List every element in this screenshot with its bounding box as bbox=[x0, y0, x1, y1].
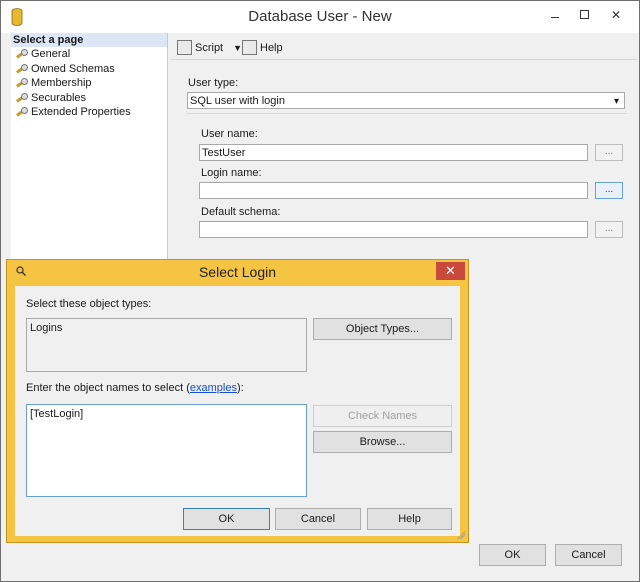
user-name-input[interactable]: TestUser bbox=[199, 144, 588, 161]
wrench-icon bbox=[15, 107, 28, 117]
select-login-dialog: Select Login ✕ Select these object types… bbox=[6, 259, 469, 543]
user-name-browse-button[interactable]: ... bbox=[595, 144, 623, 161]
minimize-icon bbox=[551, 17, 559, 18]
script-icon bbox=[177, 40, 192, 55]
user-name-label: User name: bbox=[201, 128, 258, 140]
divider bbox=[187, 113, 627, 114]
cancel-button[interactable]: Cancel bbox=[555, 544, 622, 566]
page-item-label: Owned Schemas bbox=[31, 62, 115, 75]
page-item-label: General bbox=[31, 48, 71, 60]
page-item-membership[interactable]: Membership bbox=[11, 76, 167, 91]
object-types-label: Select these object types: bbox=[26, 298, 152, 310]
check-names-button[interactable]: Check Names bbox=[313, 405, 452, 427]
login-name-browse-button[interactable]: ... bbox=[595, 182, 623, 199]
script-button[interactable]: Script ▼ bbox=[177, 40, 242, 55]
maximize-button[interactable] bbox=[571, 5, 597, 25]
object-names-label-suffix: ): bbox=[236, 382, 244, 394]
page-item-extended-properties[interactable]: Extended Properties bbox=[11, 105, 167, 120]
toolbar: Script ▼ Help bbox=[171, 35, 637, 60]
dropdown-arrow-icon[interactable]: ▼ bbox=[233, 43, 242, 53]
page-selector-header: Select a page bbox=[11, 33, 167, 47]
page-item-owned-schemas[interactable]: Owned Schemas bbox=[11, 62, 167, 77]
page-selector-pane: Select a page General Owned Schemas Memb… bbox=[11, 33, 168, 259]
close-icon: ✕ bbox=[610, 8, 622, 22]
script-label: Script bbox=[195, 41, 224, 54]
dialog-ok-button[interactable]: OK bbox=[183, 508, 270, 530]
title-bar: Database User - New ✕ bbox=[1, 1, 639, 33]
minimize-button[interactable] bbox=[543, 5, 569, 25]
browse-button[interactable]: Browse... bbox=[313, 431, 452, 453]
user-type-value: SQL user with login bbox=[190, 95, 285, 107]
dialog-ok-label: OK bbox=[218, 513, 235, 525]
dialog-cancel-button[interactable]: Cancel bbox=[275, 508, 361, 530]
page-item-label: Membership bbox=[31, 77, 92, 89]
resize-grip-icon[interactable] bbox=[457, 531, 465, 539]
general-page: User type: SQL user with login ▾ User na… bbox=[171, 61, 637, 261]
page-item-label: Securables bbox=[31, 91, 87, 104]
help-label: Help bbox=[260, 41, 283, 54]
user-type-select[interactable]: SQL user with login ▾ bbox=[187, 92, 625, 109]
page-item-label: Extended Properties bbox=[31, 106, 131, 118]
default-schema-label: Default schema: bbox=[201, 206, 281, 218]
object-types-box: Logins bbox=[26, 318, 307, 372]
object-names-value: [TestLogin] bbox=[30, 408, 84, 420]
close-icon: ✕ bbox=[445, 263, 456, 278]
object-types-value: Logins bbox=[30, 322, 63, 334]
object-names-label-prefix: Enter the object names to select ( bbox=[26, 382, 190, 394]
dialog-help-button[interactable]: Help bbox=[367, 508, 452, 530]
wrench-icon bbox=[15, 49, 28, 59]
help-icon bbox=[242, 40, 257, 55]
dialog-close-button[interactable]: ✕ bbox=[436, 262, 465, 280]
ok-button[interactable]: OK bbox=[479, 544, 546, 566]
object-names-label: Enter the object names to select (exampl… bbox=[26, 382, 244, 394]
login-name-input[interactable] bbox=[199, 182, 588, 199]
page-item-general[interactable]: General bbox=[11, 47, 167, 62]
object-types-button[interactable]: Object Types... bbox=[313, 318, 452, 340]
close-button[interactable]: ✕ bbox=[603, 5, 629, 25]
chevron-down-icon: ▾ bbox=[613, 96, 619, 107]
object-names-input[interactable]: [TestLogin] bbox=[26, 404, 307, 497]
wrench-icon bbox=[15, 63, 28, 74]
maximize-icon bbox=[580, 10, 589, 19]
default-schema-browse-button[interactable]: ... bbox=[595, 221, 623, 238]
help-button[interactable]: Help bbox=[242, 40, 283, 55]
login-name-label: Login name: bbox=[201, 167, 262, 179]
default-schema-input[interactable] bbox=[199, 221, 588, 238]
page-item-securables[interactable]: Securables bbox=[11, 91, 167, 106]
dialog-title: Select Login bbox=[198, 264, 277, 280]
wrench-icon bbox=[15, 78, 28, 88]
user-type-label: User type: bbox=[188, 77, 239, 89]
examples-link[interactable]: examples bbox=[190, 382, 237, 394]
dialog-body: Select these object types: Logins Object… bbox=[15, 286, 460, 536]
wrench-icon bbox=[15, 92, 28, 103]
